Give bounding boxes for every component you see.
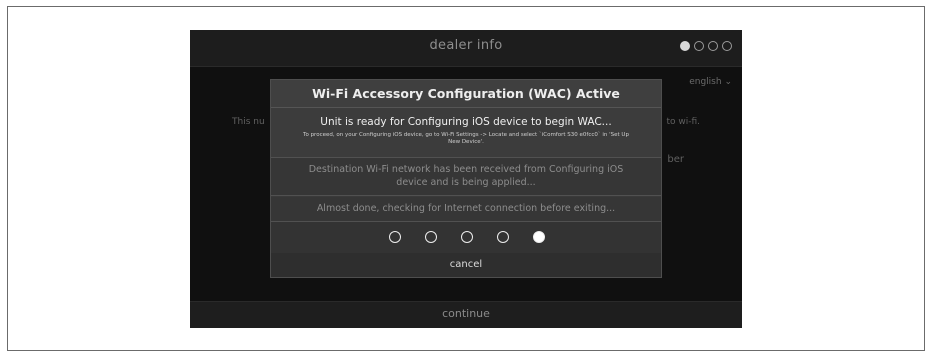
progress-dots: [389, 231, 545, 243]
step-ready-text: Unit is ready for Configuring iOS device…: [320, 116, 612, 128]
background-text-left: This nu: [232, 117, 265, 127]
step-almost-done: Almost done, checking for Internet conne…: [271, 197, 661, 222]
progress-row: [271, 222, 661, 255]
page-dot-1: [680, 41, 690, 51]
progress-dot-3: [461, 231, 473, 243]
page-indicator: [680, 41, 732, 51]
wac-dialog: Wi-Fi Accessory Configuration (WAC) Acti…: [270, 79, 662, 278]
language-select[interactable]: english ⌄: [689, 77, 732, 87]
screen-title: dealer info: [429, 38, 503, 53]
bottom-bar: continue: [190, 301, 742, 328]
chevron-down-icon: ⌄: [724, 77, 732, 87]
page-dot-3: [708, 41, 718, 51]
page-dot-2: [694, 41, 704, 51]
progress-dot-1: [389, 231, 401, 243]
step-network-text: Destination Wi-Fi network has been recei…: [308, 164, 624, 188]
top-bar: dealer info: [190, 30, 742, 67]
cancel-button[interactable]: cancel: [271, 253, 661, 277]
page-dot-4: [722, 41, 732, 51]
continue-button[interactable]: continue: [190, 307, 742, 320]
progress-dot-2: [425, 231, 437, 243]
step-almost-done-text: Almost done, checking for Internet conne…: [316, 203, 616, 214]
background-text-right-2: ber: [667, 154, 684, 165]
step-ready: Unit is ready for Configuring iOS device…: [271, 108, 661, 158]
step-network-received: Destination Wi-Fi network has been recei…: [271, 158, 661, 196]
step-ready-instructions: To proceed, on your Configuring iOS devi…: [303, 132, 629, 145]
dialog-title: Wi-Fi Accessory Configuration (WAC) Acti…: [271, 80, 661, 108]
progress-dot-5: [533, 231, 545, 243]
language-label: english: [689, 77, 722, 87]
background-text-right: to wi-fi.: [666, 117, 700, 127]
progress-dot-4: [497, 231, 509, 243]
